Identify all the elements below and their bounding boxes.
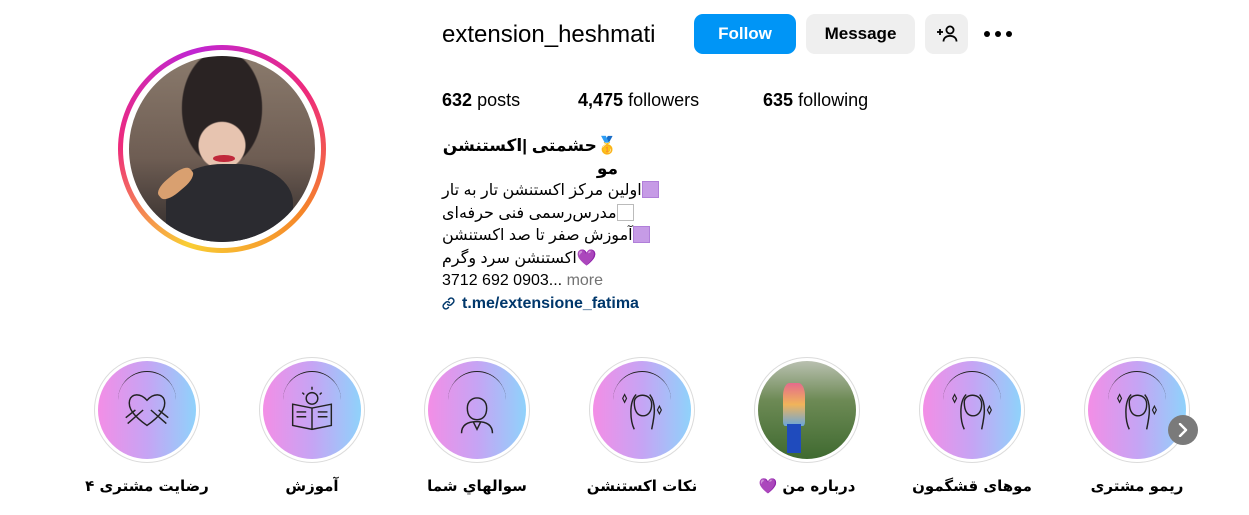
followers-count: 4,475	[578, 90, 624, 110]
follow-button[interactable]: Follow	[694, 14, 796, 54]
highlight-cover	[428, 361, 526, 459]
highlight-ring	[589, 357, 695, 463]
highlight-label: درباره من 💜	[758, 477, 856, 495]
more-horizontal-icon-dot	[1006, 31, 1012, 37]
profile-stats: 632 posts 4,475 followers 635 following	[442, 90, 868, 111]
highlight-cover	[1088, 361, 1186, 459]
highlight-cover-photo	[758, 361, 856, 459]
highlight-ring	[1084, 357, 1190, 463]
stat-posts: 632 posts	[442, 90, 578, 111]
highlight-cover	[98, 361, 196, 459]
chevron-right-icon	[1178, 423, 1188, 437]
posts-label: posts	[477, 90, 521, 110]
stat-following[interactable]: 635 following	[763, 90, 868, 111]
highlight-label: سوالهاي شما	[427, 477, 527, 495]
profile-username: extension_heshmati	[442, 21, 656, 48]
person-plus-icon	[936, 25, 957, 42]
bio-phone: 3712 692 0903... more	[442, 270, 742, 293]
highlight-arc	[447, 370, 507, 430]
highlight-ring	[919, 357, 1025, 463]
suggest-accounts-button[interactable]	[925, 14, 968, 54]
highlight-item[interactable]: سوالهاي شما	[402, 357, 552, 495]
white-square-icon	[616, 203, 634, 221]
more-horizontal-icon-dot	[984, 31, 990, 37]
story-highlights: رضایت مشتری ۴ آموزش سوالهاي شما نکات اکس…	[0, 357, 1249, 507]
highlight-arc	[282, 370, 342, 430]
followers-label: followers	[628, 90, 700, 110]
avatar-figure-lips	[212, 154, 235, 163]
bio-name-text: حشمتی |اکستنشن مو	[442, 136, 618, 178]
profile-avatar-ring[interactable]	[118, 45, 326, 253]
highlight-item[interactable]: موهای قشگمون	[897, 357, 1047, 495]
link-icon	[442, 297, 455, 310]
highlight-label: رضایت مشتری ۴	[85, 477, 209, 495]
highlight-label: ریمو مشتری	[1090, 477, 1184, 495]
following-label: following	[798, 90, 869, 110]
following-count: 635	[763, 90, 794, 110]
highlight-cover	[923, 361, 1021, 459]
posts-count: 632	[442, 90, 473, 110]
highlight-ring	[94, 357, 200, 463]
avatar-inner	[123, 50, 321, 248]
highlight-arc	[612, 370, 672, 430]
purple-square-icon	[632, 226, 650, 243]
photo-figure	[783, 382, 806, 426]
bio-external-link[interactable]: t.me/extensione_fatima	[442, 293, 742, 316]
highlight-arc	[117, 370, 177, 430]
bio-full-name: 🥇حشمتی |اکستنشن مو	[442, 135, 618, 180]
photo-figure-legs	[787, 423, 802, 454]
highlight-item[interactable]: آموزش	[237, 357, 387, 495]
bio-line-1: اولین مرکز اکستنشن تار به تار	[442, 180, 742, 203]
bio-line-3-text: آموزش صفر تا صد اکستنشن	[442, 227, 633, 244]
highlight-cover	[263, 361, 361, 459]
purple-square-icon	[641, 181, 659, 198]
message-button[interactable]: Message	[806, 14, 915, 54]
highlight-ring	[424, 357, 530, 463]
highlights-next-button[interactable]	[1168, 415, 1198, 445]
bio-line-3: آموزش صفر تا صد اکستنشن	[442, 225, 742, 248]
profile-bio: 🥇حشمتی |اکستنشن مو اولین مرکز اکستنشن تا…	[442, 135, 742, 315]
bio-line-2: مدرس‌رسمی فنی حرفه‌ای	[442, 203, 742, 226]
highlight-item[interactable]: درباره من 💜	[732, 357, 882, 495]
highlight-item[interactable]: رضایت مشتری ۴	[72, 357, 222, 495]
stat-followers[interactable]: 4,475 followers	[578, 90, 763, 111]
highlight-ring	[754, 357, 860, 463]
highlight-label: موهای قشگمون	[912, 477, 1032, 495]
highlight-label: آموزش	[285, 477, 339, 495]
bio-line-4: 💜اکستنشن سرد وگرم	[442, 248, 742, 271]
highlight-cover	[593, 361, 691, 459]
more-options-button[interactable]	[980, 22, 1016, 46]
medal-emoji: 🥇	[596, 136, 618, 155]
highlight-arc	[942, 370, 1002, 430]
highlight-arc	[1107, 370, 1167, 430]
bio-phone-text: 3712 692 0903...	[442, 272, 563, 289]
highlight-ring	[259, 357, 365, 463]
purple-heart-icon: 💜	[576, 249, 597, 267]
bio-more-link[interactable]: more	[567, 272, 603, 289]
bio-line-1-text: اولین مرکز اکستنشن تار به تار	[442, 182, 642, 199]
more-horizontal-icon-dot	[995, 31, 1001, 37]
bio-line-4-text: اکستنشن سرد وگرم	[442, 249, 577, 267]
highlight-item[interactable]: نکات اکستنشن	[567, 357, 717, 495]
bio-link-text: t.me/extensione_fatima	[462, 294, 639, 312]
highlight-label: نکات اکستنشن	[586, 477, 698, 495]
avatar	[129, 56, 315, 242]
bio-line-2-text: مدرس‌رسمی فنی حرفه‌ای	[442, 204, 617, 222]
